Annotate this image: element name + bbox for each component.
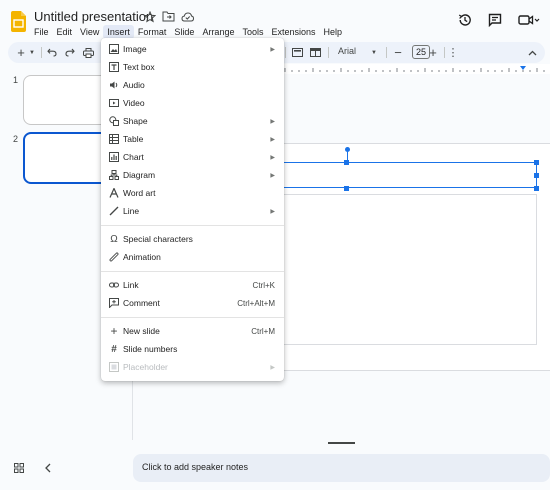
menu-file[interactable]: File xyxy=(30,25,53,39)
placeholder-icon xyxy=(109,362,119,372)
animation-icon xyxy=(109,252,119,262)
menu-item-diagram[interactable]: Diagram ▶ xyxy=(101,166,284,184)
new-slide-plus-icon[interactable]: + xyxy=(15,45,27,60)
menu-item-image[interactable]: Image ▶ xyxy=(101,40,284,58)
hash-icon: # xyxy=(111,343,117,355)
speaker-notes[interactable]: Click to add speaker notes xyxy=(133,454,550,482)
menu-item-word-art[interactable]: Word art xyxy=(101,184,284,202)
menu-arrange[interactable]: Arrange xyxy=(198,25,238,39)
submenu-arrow-icon: ▶ xyxy=(270,172,275,179)
rotate-handle[interactable] xyxy=(345,147,350,152)
menu-edit[interactable]: Edit xyxy=(53,25,77,39)
menu-extensions[interactable]: Extensions xyxy=(267,25,319,39)
menu-item-audio[interactable]: Audio xyxy=(101,76,284,94)
word-art-icon xyxy=(109,188,119,198)
cloud-saved-icon[interactable] xyxy=(181,10,194,23)
menu-slide[interactable]: Slide xyxy=(170,25,198,39)
image-icon xyxy=(109,44,119,54)
audio-icon xyxy=(109,80,119,90)
menu-item-table[interactable]: Table ▶ xyxy=(101,130,284,148)
menu-item-chart[interactable]: Chart ▶ xyxy=(101,148,284,166)
resize-handle-right[interactable] xyxy=(534,173,539,178)
menu-divider xyxy=(101,271,284,272)
collapse-toolbar-icon[interactable] xyxy=(526,45,538,60)
shortcut-label: Ctrl+Alt+M xyxy=(237,298,275,308)
increase-font-size-icon[interactable]: + xyxy=(427,45,439,60)
font-family-select[interactable]: Arial xyxy=(338,46,356,56)
font-dropdown-icon[interactable]: ▼ xyxy=(370,45,378,60)
link-icon xyxy=(109,280,119,290)
more-options-icon[interactable]: ⋮ xyxy=(448,45,459,60)
print-icon[interactable] xyxy=(82,45,94,60)
menu-help[interactable]: Help xyxy=(320,25,347,39)
menu-item-link[interactable]: Link Ctrl+K xyxy=(101,276,284,294)
collapse-filmstrip-icon[interactable] xyxy=(44,463,52,473)
meet-icon[interactable] xyxy=(518,14,540,26)
slide-number: 2 xyxy=(13,134,19,144)
table-icon xyxy=(109,134,119,144)
move-folder-icon[interactable] xyxy=(162,10,175,23)
menu-item-slide-numbers[interactable]: # Slide numbers xyxy=(101,340,284,358)
background-icon[interactable] xyxy=(291,45,303,60)
resize-handle-top-right[interactable] xyxy=(534,160,539,165)
menu-view[interactable]: View xyxy=(76,25,103,39)
menu-insert[interactable]: Insert xyxy=(103,25,134,39)
slides-logo[interactable] xyxy=(11,11,26,32)
resize-handle-top[interactable] xyxy=(344,160,349,165)
chart-icon xyxy=(109,152,119,162)
plus-icon: + xyxy=(110,324,118,338)
menu-tools[interactable]: Tools xyxy=(238,25,267,39)
menu-item-placeholder: Placeholder ▶ xyxy=(101,358,284,376)
shortcut-label: Ctrl+K xyxy=(252,280,275,290)
line-icon xyxy=(109,206,119,216)
redo-icon[interactable] xyxy=(64,45,76,60)
menu-item-animation[interactable]: Animation xyxy=(101,248,284,266)
diagram-icon xyxy=(109,170,119,180)
menu-item-special-characters[interactable]: Ω Special characters xyxy=(101,230,284,248)
subtitle-placeholder[interactable] xyxy=(283,194,537,345)
submenu-arrow-icon: ▶ xyxy=(270,364,275,371)
comments-icon[interactable] xyxy=(488,13,502,27)
notes-resize-handle[interactable] xyxy=(328,442,355,444)
video-icon xyxy=(109,98,119,108)
text-box-icon xyxy=(109,62,119,72)
shortcut-label: Ctrl+M xyxy=(251,326,275,336)
new-slide-dropdown-icon[interactable]: ▼ xyxy=(28,45,36,60)
menu-divider xyxy=(101,317,284,318)
submenu-arrow-icon: ▶ xyxy=(270,154,275,161)
horizontal-ruler[interactable] xyxy=(283,64,550,74)
menu-bar: File Edit View Insert Format Slide Arran… xyxy=(30,25,346,39)
version-history-icon[interactable] xyxy=(458,13,472,27)
grid-view-icon[interactable] xyxy=(14,463,24,473)
menu-format[interactable]: Format xyxy=(134,25,171,39)
undo-icon[interactable] xyxy=(46,45,58,60)
title-placeholder-selected[interactable] xyxy=(270,162,537,188)
layout-icon[interactable] xyxy=(309,45,321,60)
resize-handle-bottom-right[interactable] xyxy=(534,186,539,191)
shape-icon xyxy=(109,116,119,126)
submenu-arrow-icon: ▶ xyxy=(270,46,275,53)
resize-handle-bottom[interactable] xyxy=(344,186,349,191)
submenu-arrow-icon: ▶ xyxy=(270,136,275,143)
star-icon[interactable] xyxy=(143,10,156,23)
menu-divider xyxy=(101,225,284,226)
slide-number: 1 xyxy=(13,75,19,85)
presentation-title[interactable]: Untitled presentation xyxy=(34,9,153,24)
menu-item-shape[interactable]: Shape ▶ xyxy=(101,112,284,130)
submenu-arrow-icon: ▶ xyxy=(270,118,275,125)
decrease-font-size-icon[interactable]: − xyxy=(392,45,404,60)
insert-menu: Image ▶ Text box Audio Video Shape ▶ Tab… xyxy=(101,38,284,381)
menu-item-text-box[interactable]: Text box xyxy=(101,58,284,76)
speaker-notes-placeholder: Click to add speaker notes xyxy=(142,462,249,472)
submenu-arrow-icon: ▶ xyxy=(270,208,275,215)
menu-item-video[interactable]: Video xyxy=(101,94,284,112)
comment-icon xyxy=(109,298,119,308)
menu-item-comment[interactable]: Comment Ctrl+Alt+M xyxy=(101,294,284,312)
menu-item-new-slide[interactable]: + New slide Ctrl+M xyxy=(101,322,284,340)
omega-icon: Ω xyxy=(110,233,118,245)
menu-item-line[interactable]: Line ▶ xyxy=(101,202,284,220)
